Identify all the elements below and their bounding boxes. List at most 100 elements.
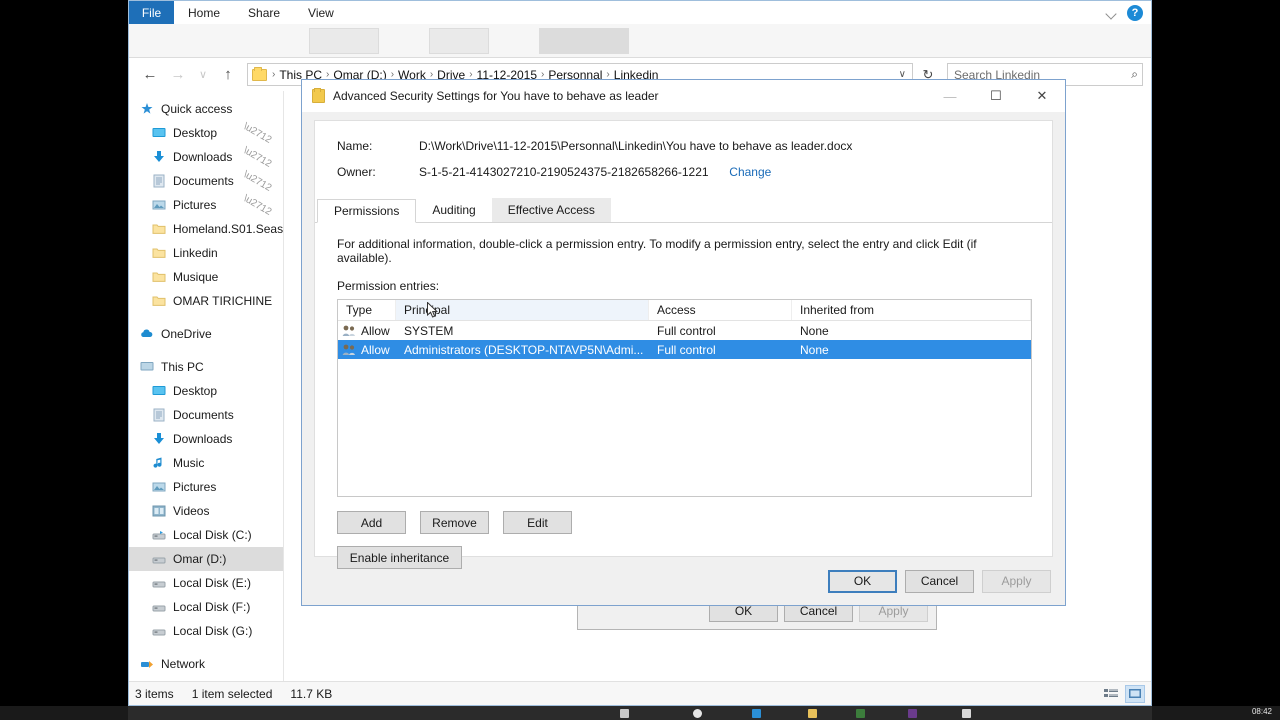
back-button[interactable]: ← — [137, 63, 163, 87]
pin-icon[interactable]: \u2712 — [242, 169, 274, 194]
sidebar-item-local-disk-f[interactable]: Local Disk (F:) — [129, 595, 283, 619]
sidebar-item-label: Downloads — [173, 150, 233, 164]
recent-locations-button[interactable]: ∨ — [193, 63, 213, 87]
sidebar-item-label: OneDrive — [161, 327, 212, 341]
cell-type-label: Allow — [361, 323, 390, 338]
sidebar-item-downloads[interactable]: Downloads \u2712 — [129, 145, 283, 169]
sidebar-item-linkedin[interactable]: Linkedin — [129, 241, 283, 265]
chevron-down-icon: ∨ — [198, 69, 208, 81]
column-header-type[interactable]: Type — [338, 300, 396, 320]
ribbon-tab-view[interactable]: View — [294, 1, 348, 24]
taskbar-icon-excel[interactable] — [856, 709, 865, 718]
change-owner-link[interactable]: Change — [729, 165, 771, 179]
dialog-title: Advanced Security Settings for You have … — [333, 89, 659, 103]
sidebar-item-this-pc[interactable]: This PC — [129, 355, 283, 379]
taskbar-icon-file-explorer[interactable] — [808, 709, 817, 718]
table-row[interactable]: Allow Administrators (DESKTOP-NTAVP5N\Ad… — [338, 340, 1031, 359]
ribbon-group-1 — [309, 28, 379, 54]
sidebar-item-quick-access[interactable]: Quick access — [129, 97, 283, 121]
sidebar-item-onedrive[interactable]: OneDrive — [129, 322, 283, 346]
sidebar-item-pictures[interactable]: Pictures \u2712 — [129, 193, 283, 217]
remove-button[interactable]: Remove — [420, 511, 489, 534]
cancel-button-label: Cancel — [920, 574, 959, 588]
drive-icon — [151, 599, 167, 615]
minimize-icon[interactable]: — — [927, 80, 973, 112]
large-icons-view-icon[interactable] — [1125, 684, 1145, 703]
ribbon-tab-share-label: Share — [248, 5, 281, 20]
ribbon-tab-file[interactable]: File — [129, 1, 174, 24]
cell-principal: SYSTEM — [404, 323, 454, 338]
sidebar-item-pc-downloads[interactable]: Downloads — [129, 427, 283, 451]
up-button[interactable]: ↑ — [215, 63, 241, 87]
maximize-icon[interactable]: ☐ — [973, 80, 1019, 112]
sidebar-item-local-disk-g[interactable]: Local Disk (G:) — [129, 619, 283, 643]
navigation-pane: Quick access Desktop \u2712 Downloads \u… — [129, 91, 284, 681]
sidebar-item-desktop[interactable]: Desktop \u2712 — [129, 121, 283, 145]
sidebar-item-pc-documents[interactable]: Documents — [129, 403, 283, 427]
add-button[interactable]: Add — [337, 511, 406, 534]
apply-button-label: Apply — [1001, 574, 1032, 588]
cell-access: Full control — [657, 342, 716, 357]
downloads-icon — [151, 149, 167, 165]
sidebar-item-label: Music — [173, 456, 205, 470]
details-view-icon[interactable] — [1101, 685, 1121, 703]
sidebar-item-local-disk-e[interactable]: Local Disk (E:) — [129, 571, 283, 595]
help-icon[interactable]: ? — [1127, 4, 1143, 21]
column-header-inherited-from[interactable]: Inherited from — [792, 300, 1031, 320]
sidebar-item-pc-desktop[interactable]: Desktop — [129, 379, 283, 403]
chevron-down-icon[interactable] — [1106, 7, 1118, 19]
sidebar-item-pc-pictures[interactable]: Pictures — [129, 475, 283, 499]
taskbar-icon-search[interactable] — [620, 709, 629, 718]
sidebar-item-pc-music[interactable]: Music — [129, 451, 283, 475]
forward-button[interactable]: → — [165, 63, 191, 87]
taskbar: 08:42 — [0, 706, 1280, 720]
sidebar-item-label: Local Disk (G:) — [173, 624, 253, 638]
ribbon-right-controls: ? — [1106, 1, 1151, 24]
permissions-description: For additional information, double-click… — [337, 237, 977, 265]
edit-button[interactable]: Edit — [503, 511, 572, 534]
cancel-button[interactable]: Cancel — [905, 569, 974, 593]
pin-icon[interactable]: \u2712 — [242, 145, 274, 170]
sidebar-item-network[interactable]: Network — [129, 652, 283, 676]
sidebar-item-documents[interactable]: Documents \u2712 — [129, 169, 283, 193]
edit-button-label: Edit — [527, 515, 548, 530]
tab-permissions-label: Permissions — [334, 204, 400, 218]
sidebar-item-omar-d[interactable]: Omar (D:) — [129, 547, 283, 571]
window-controls: — ☐ ✕ — [927, 80, 1065, 112]
ribbon-tab-file-label: File — [141, 5, 162, 20]
ok-button[interactable]: OK — [828, 569, 897, 593]
sidebar-item-homeland[interactable]: Homeland.S01.Seas — [129, 217, 283, 241]
sidebar-item-local-disk-c[interactable]: Local Disk (C:) — [129, 523, 283, 547]
sidebar-item-label: This PC — [161, 360, 204, 374]
taskbar-icon-word[interactable] — [962, 709, 971, 718]
ribbon-tab-bar: File Home Share View ? — [129, 1, 1151, 24]
table-row[interactable]: Allow SYSTEM Full control None — [338, 321, 1031, 340]
pin-icon[interactable]: \u2712 — [242, 193, 274, 218]
folder-icon — [151, 269, 167, 285]
system-drive-icon — [151, 527, 167, 543]
column-header-access[interactable]: Access — [649, 300, 792, 320]
pin-icon[interactable]: \u2712 — [242, 121, 274, 146]
sidebar-item-musique[interactable]: Musique — [129, 265, 283, 289]
sidebar-item-label: Linkedin — [173, 246, 218, 260]
taskbar-icon-store[interactable] — [752, 709, 761, 718]
dialog-title-bar[interactable]: Advanced Security Settings for You have … — [302, 80, 1065, 112]
sidebar-item-pc-videos[interactable]: Videos — [129, 499, 283, 523]
music-icon — [151, 455, 167, 471]
sidebar-item-omar-tirichine[interactable]: OMAR TIRICHINE — [129, 289, 283, 313]
taskbar-strip — [128, 706, 1152, 720]
permission-entries-grid[interactable]: Type Principal Access Inherited from All… — [337, 299, 1032, 497]
tab-effective-access[interactable]: Effective Access — [491, 198, 611, 222]
close-icon[interactable]: ✕ — [1019, 80, 1065, 112]
ribbon-tab-share[interactable]: Share — [234, 1, 295, 24]
taskbar-icon-cortana[interactable] — [693, 709, 702, 718]
tab-auditing[interactable]: Auditing — [416, 198, 491, 222]
tab-permissions[interactable]: Permissions — [317, 199, 417, 223]
status-item-count: 3 items — [135, 686, 174, 701]
taskbar-icon-onenote[interactable] — [908, 709, 917, 718]
cell-type: Allow — [338, 324, 396, 338]
users-icon — [342, 343, 357, 356]
taskbar-clock[interactable]: 08:42 — [1252, 707, 1272, 716]
ribbon-tab-home[interactable]: Home — [174, 1, 235, 24]
cell-inherited-from: None — [800, 342, 829, 357]
